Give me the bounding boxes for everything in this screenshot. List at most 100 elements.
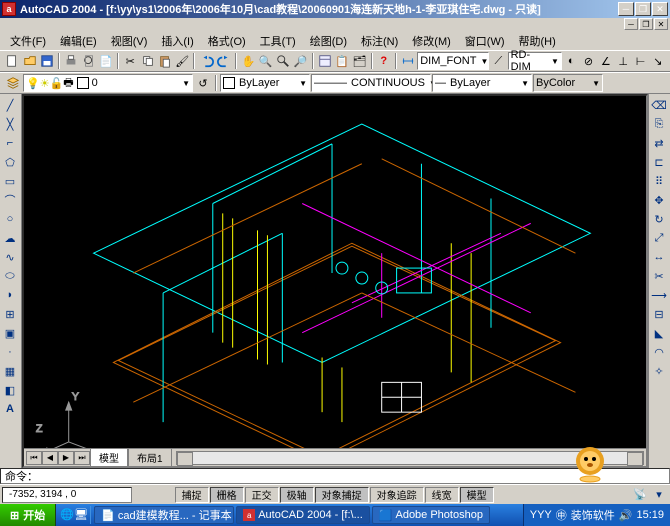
move-icon[interactable]: ✥ xyxy=(650,191,668,209)
zoom-prev-icon[interactable]: 🔎 xyxy=(292,52,308,70)
save-icon[interactable] xyxy=(39,52,55,70)
stretch-icon[interactable]: ↔ xyxy=(650,248,668,266)
taskbar-item-autocad[interactable]: a AutoCAD 2004 - [f:\... xyxy=(236,506,370,524)
lwt-toggle[interactable]: 线宽 xyxy=(425,487,459,503)
properties-icon[interactable] xyxy=(317,52,333,70)
doc-close-button[interactable]: ✕ xyxy=(654,18,668,30)
menu-insert[interactable]: 插入(I) xyxy=(155,31,199,51)
mirror-icon[interactable]: ⇄ xyxy=(650,134,668,152)
pan-icon[interactable]: ✋ xyxy=(240,52,256,70)
insert-icon[interactable]: ⊞ xyxy=(1,305,19,323)
line-icon[interactable]: ╱ xyxy=(1,96,19,114)
extend-icon[interactable]: ⟶ xyxy=(650,286,668,304)
ellipse-icon[interactable]: ⬭ xyxy=(1,267,19,285)
new-icon[interactable] xyxy=(4,52,20,70)
tab-prev-icon[interactable]: ◀ xyxy=(42,451,58,465)
zoom-realtime-icon[interactable]: 🔍 xyxy=(257,52,273,70)
quick-launch-desktop-icon[interactable]: 🖥 xyxy=(74,508,88,522)
mtext-icon[interactable]: A xyxy=(1,400,19,418)
erase-icon[interactable]: ⌫ xyxy=(650,96,668,114)
help-icon[interactable]: ? xyxy=(376,52,392,70)
offset-icon[interactable]: ⊏ xyxy=(650,153,668,171)
ortho-toggle[interactable]: 正交 xyxy=(245,487,279,503)
tab-next-icon[interactable]: ▶ xyxy=(58,451,74,465)
break-icon[interactable]: ⊟ xyxy=(650,305,668,323)
linetype-dropdown[interactable]: ——— CONTINUOUS ▼ xyxy=(311,74,431,92)
publish-icon[interactable]: 📄 xyxy=(98,52,114,70)
snap-toggle[interactable]: 捕捉 xyxy=(175,487,209,503)
dim-radius-icon[interactable]: ◐ xyxy=(563,52,579,70)
otrack-toggle[interactable]: 对象追踪 xyxy=(370,487,424,503)
model-toggle[interactable]: 模型 xyxy=(460,487,494,503)
fillet-icon[interactable]: ◠ xyxy=(650,343,668,361)
menu-format[interactable]: 格式(O) xyxy=(202,31,252,51)
dim-continue-icon[interactable]: ⊢ xyxy=(632,52,648,70)
dim-diameter-icon[interactable]: ⊘ xyxy=(580,52,596,70)
osnap-toggle[interactable]: 对象捕捉 xyxy=(315,487,369,503)
layer-prev-icon[interactable]: ↺ xyxy=(194,74,212,92)
scale-icon[interactable]: ⤢ xyxy=(650,229,668,247)
maximize-button[interactable]: ❐ xyxy=(635,2,651,16)
trim-icon[interactable]: ✂ xyxy=(650,267,668,285)
explode-icon[interactable]: ✧ xyxy=(650,362,668,380)
print-icon[interactable] xyxy=(63,52,79,70)
lineweight-dropdown[interactable]: — ByLayer ▼ xyxy=(432,74,532,92)
matchprop-icon[interactable]: 🖌 xyxy=(174,52,190,70)
menu-help[interactable]: 帮助(H) xyxy=(513,31,562,51)
copy-icon[interactable] xyxy=(139,52,155,70)
grid-toggle[interactable]: 栅格 xyxy=(210,487,244,503)
volume-icon[interactable]: 🔊 xyxy=(619,509,633,522)
pline-icon[interactable]: ⌐ xyxy=(1,134,19,152)
tab-first-icon[interactable]: ⏮ xyxy=(26,451,42,465)
taskbar-item-notepad[interactable]: 📄 cad建模教程... - 记事本 xyxy=(94,506,234,524)
menu-file[interactable]: 文件(F) xyxy=(4,31,52,51)
tab-layout1[interactable]: 布局1 xyxy=(128,448,172,467)
status-tray-icon[interactable]: ▾ xyxy=(650,486,668,504)
paste-icon[interactable] xyxy=(157,52,173,70)
polar-toggle[interactable]: 极轴 xyxy=(280,487,314,503)
chamfer-icon[interactable]: ◣ xyxy=(650,324,668,342)
designcenter-icon[interactable]: 📋 xyxy=(334,52,350,70)
preview-icon[interactable] xyxy=(80,52,96,70)
quick-launch-ie-icon[interactable]: 🌐 xyxy=(60,508,74,522)
xline-icon[interactable]: ╳ xyxy=(1,115,19,133)
menu-view[interactable]: 视图(V) xyxy=(105,31,154,51)
spline-icon[interactable]: ∿ xyxy=(1,248,19,266)
color-dropdown[interactable]: ByLayer ▼ xyxy=(220,74,310,92)
menu-tools[interactable]: 工具(T) xyxy=(254,31,302,51)
minimize-button[interactable]: ─ xyxy=(618,2,634,16)
dim-baseline-icon[interactable]: ⊥ xyxy=(615,52,631,70)
menu-draw[interactable]: 绘图(D) xyxy=(304,31,353,51)
status-comm-icon[interactable]: 📡 xyxy=(631,486,649,504)
dim-aligned-icon[interactable]: ⟋ xyxy=(490,52,506,70)
cut-icon[interactable]: ✂ xyxy=(122,52,138,70)
block-icon[interactable]: ▣ xyxy=(1,324,19,342)
undo-icon[interactable] xyxy=(198,52,214,70)
menu-edit[interactable]: 编辑(E) xyxy=(54,31,103,51)
layer-dropdown[interactable]: 💡 ☀ 🔓 🖶 0 ▼ xyxy=(23,74,193,92)
region-icon[interactable]: ◧ xyxy=(1,381,19,399)
plotstyle-dropdown[interactable]: ByColor ▼ xyxy=(533,74,603,92)
menu-window[interactable]: 窗口(W) xyxy=(459,31,511,51)
copy-obj-icon[interactable]: ⎘ xyxy=(650,115,668,133)
zoom-window-icon[interactable] xyxy=(275,52,291,70)
open-icon[interactable] xyxy=(21,52,37,70)
tab-model[interactable]: 模型 xyxy=(90,448,128,467)
rotate-icon[interactable]: ↻ xyxy=(650,210,668,228)
dim-style-dropdown[interactable]: DIM_FONT▼ xyxy=(417,52,489,70)
drawing-viewport[interactable]: Y Z X ⏮ ◀ ▶ ⏭ 模型 布局1 xyxy=(22,94,648,468)
tab-last-icon[interactable]: ⏭ xyxy=(74,451,90,465)
point-icon[interactable]: · xyxy=(1,343,19,361)
command-line[interactable]: 命令： xyxy=(0,468,670,484)
revcloud-icon[interactable]: ☁ xyxy=(1,229,19,247)
circle-icon[interactable]: ○ xyxy=(1,210,19,228)
horizontal-scrollbar[interactable] xyxy=(176,451,644,465)
doc-minimize-button[interactable]: ─ xyxy=(624,18,638,30)
array-icon[interactable]: ⠿ xyxy=(650,172,668,190)
layer-manager-icon[interactable] xyxy=(4,74,22,92)
start-button[interactable]: ⊞ 开始 xyxy=(0,504,56,526)
dim-linear-icon[interactable] xyxy=(400,52,416,70)
dim-angular-icon[interactable]: ∠ xyxy=(598,52,614,70)
menu-modify[interactable]: 修改(M) xyxy=(406,31,457,51)
dim-leader-icon[interactable]: ↘ xyxy=(650,52,666,70)
